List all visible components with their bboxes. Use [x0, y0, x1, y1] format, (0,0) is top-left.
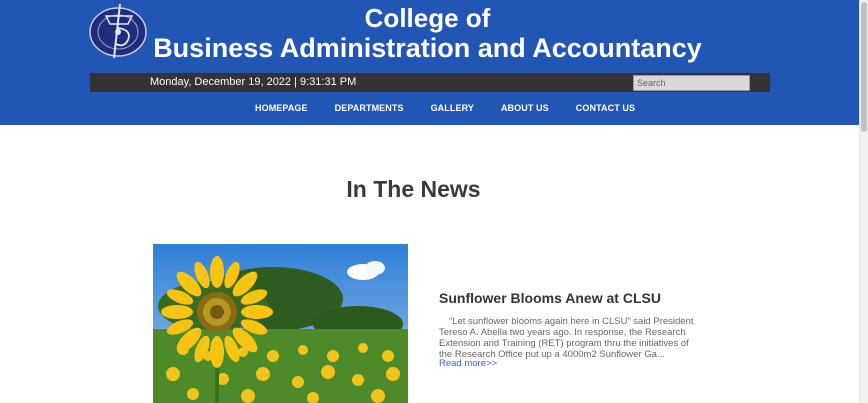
- read-more-link[interactable]: Read more>>: [439, 358, 497, 369]
- site-header: College of Business Administration and A…: [0, 0, 860, 125]
- page-scrollbar[interactable]: [859, 0, 868, 403]
- nav-gallery[interactable]: GALLERY: [431, 100, 474, 116]
- sunflower-photo: [153, 244, 408, 403]
- nav-homepage[interactable]: HOMEPAGE: [255, 100, 308, 116]
- nav-departments[interactable]: DEPARTMENTS: [335, 100, 404, 116]
- current-datetime: Monday, December 19, 2022 | 9:31:31 PM: [150, 76, 357, 88]
- college-seal-icon[interactable]: [88, 2, 150, 60]
- page-title-line2: Business Administration and Accountancy: [153, 33, 702, 63]
- date-search-bar: Monday, December 19, 2022 | 9:31:31 PM: [90, 73, 770, 92]
- news-excerpt: “Let sunflower blooms again here in CLSU…: [439, 316, 694, 360]
- news-image-sunflower[interactable]: [153, 244, 408, 403]
- section-title: In The News: [346, 176, 481, 202]
- scrollbar-thumb[interactable]: [861, 2, 867, 132]
- page-title-line1: College of: [364, 3, 491, 33]
- main-nav: HOMEPAGE DEPARTMENTS GALLERY ABOUT US CO…: [240, 100, 662, 116]
- nav-about-us[interactable]: ABOUT US: [501, 100, 549, 116]
- news-headline[interactable]: Sunflower Blooms Anew at CLSU: [439, 290, 661, 306]
- search-input[interactable]: [633, 75, 750, 91]
- nav-contact-us[interactable]: CONTACT US: [576, 100, 635, 116]
